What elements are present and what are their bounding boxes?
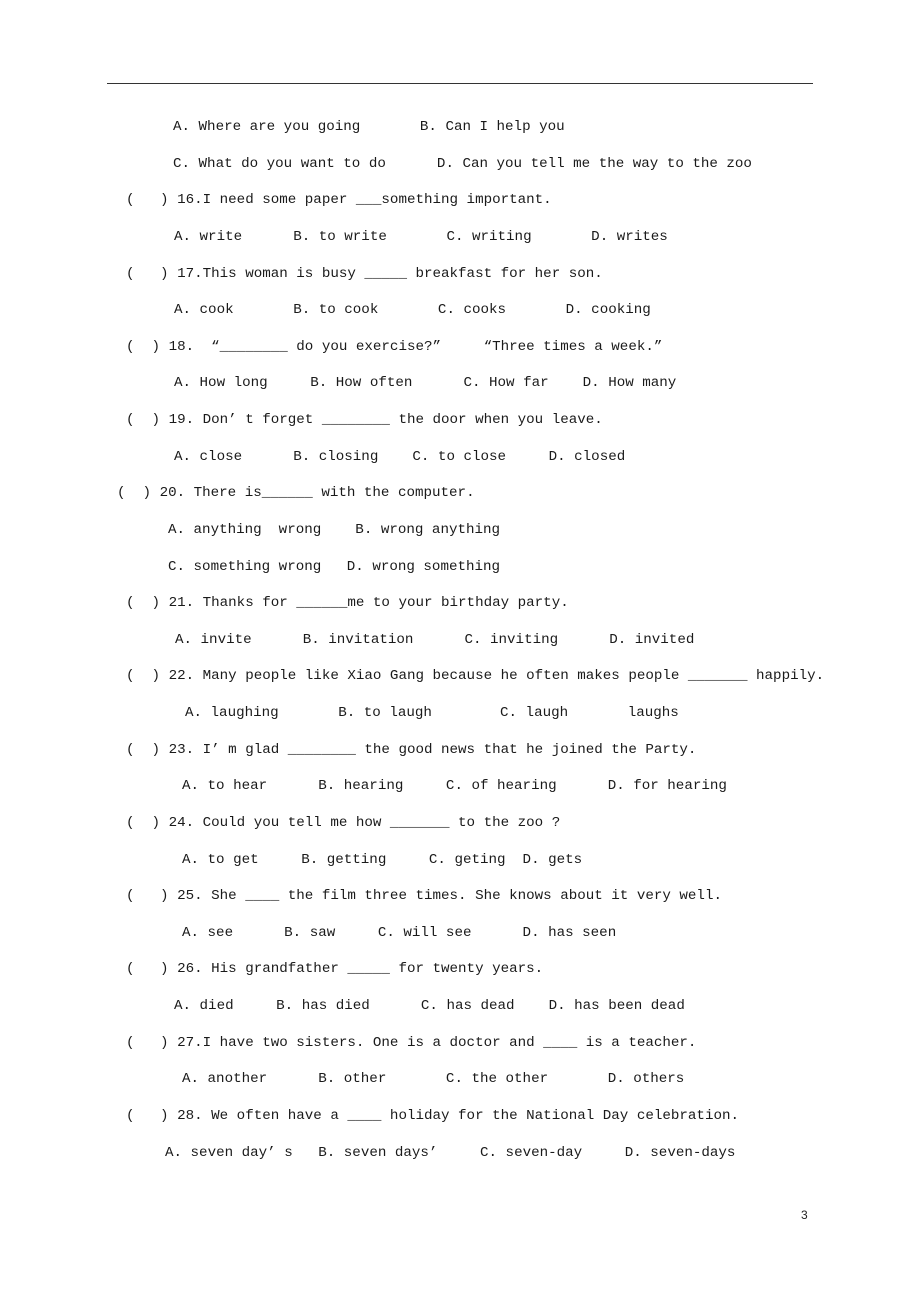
question-25: ( ) 25. She ____ the film three times. S… [126,888,722,904]
q26-options: A. died B. has died C. has dead D. has b… [174,998,685,1014]
q20-options-cd: C. something wrong D. wrong something [168,559,501,575]
q24-options: A. to get B. getting C. geting D. gets [182,852,583,868]
question-26: ( ) 26. His grandfather _____ for twenty… [126,961,544,977]
header-rule [107,83,813,84]
q20-options-ab: A. anything wrong B. wrong anything [168,522,501,538]
question-16: ( ) 16.I need some paper ___something im… [126,192,552,208]
question-17: ( ) 17.This woman is busy _____ breakfas… [126,266,603,282]
q19-options: A. close B. closing C. to close D. close… [174,449,626,465]
page-number: 3 [801,1208,808,1222]
q15-options-cd: C. What do you want to do D. Can you tel… [173,156,752,172]
question-24: ( ) 24. Could you tell me how _______ to… [126,815,561,831]
question-28: ( ) 28. We often have a ____ holiday for… [126,1108,739,1124]
question-23: ( ) 23. I’ m glad ________ the good news… [126,742,697,758]
q15-options-ab: A. Where are you going B. Can I help you [173,119,565,135]
question-20: ( ) 20. There is______ with the computer… [117,485,475,501]
q28-options: A. seven day’ s B. seven days’ C. seven-… [165,1145,736,1161]
q25-options: A. see B. saw C. will see D. has seen [182,925,617,941]
q17-options: A. cook B. to cook C. cooks D. cooking [174,302,651,318]
question-27: ( ) 27.I have two sisters. One is a doct… [126,1035,697,1051]
q16-options: A. write B. to write C. writing D. write… [174,229,668,245]
q27-options: A. another B. other C. the other D. othe… [182,1071,685,1087]
question-21: ( ) 21. Thanks for ______me to your birt… [126,595,569,611]
question-22: ( ) 22. Many people like Xiao Gang becau… [126,668,825,684]
q21-options: A. invite B. invitation C. inviting D. i… [175,632,695,648]
question-19: ( ) 19. Don’ t forget ________ the door … [126,412,603,428]
q23-options: A. to hear B. hearing C. of hearing D. f… [182,778,727,794]
question-18: ( ) 18. “________ do you exercise?” “Thr… [126,339,663,355]
q22-options: A. laughing B. to laugh C. laugh laughs [185,705,679,721]
q18-options: A. How long B. How often C. How far D. H… [174,375,677,391]
